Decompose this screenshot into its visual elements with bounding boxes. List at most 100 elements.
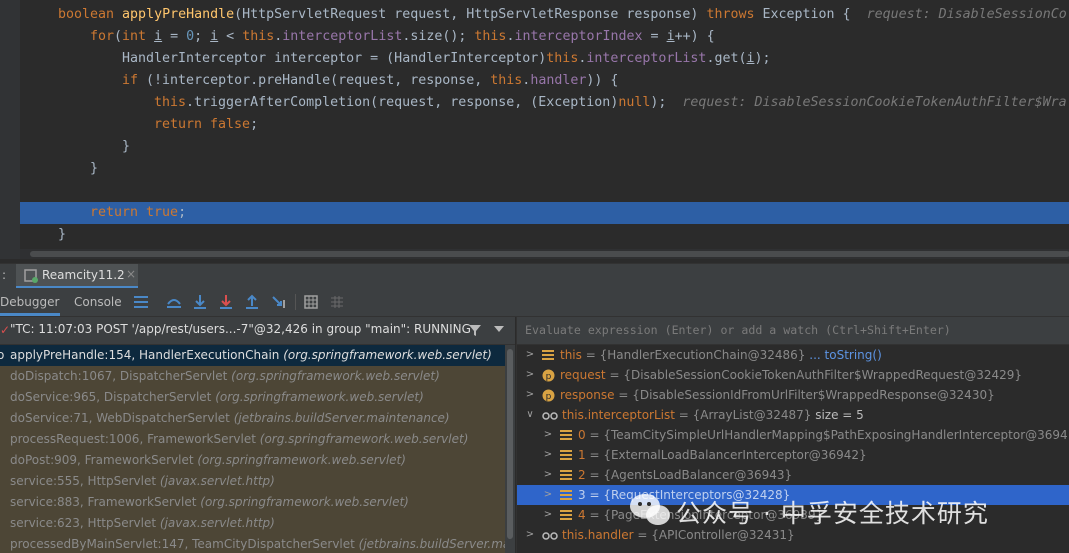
frame-method: applyPreHandle:154, HandlerExecutionChai… <box>10 348 284 362</box>
code-token: applyPreHandle <box>122 7 235 22</box>
filter-icon[interactable] <box>468 323 482 337</box>
code-line-current[interactable]: return true; <box>20 202 1069 224</box>
expand-right-icon[interactable]: > <box>525 525 535 545</box>
variable-name: 3 <box>578 488 586 502</box>
scrollbar-thumb[interactable] <box>507 349 513 539</box>
code-token: i <box>666 29 675 44</box>
code-token: this <box>242 29 275 44</box>
code-token: 0 <box>186 29 195 44</box>
equals-sign: = <box>585 428 604 442</box>
code-token: i <box>154 29 163 44</box>
variable-row[interactable]: ∨ this.interceptorList = {ArrayList@32487… <box>517 405 1069 425</box>
field-icon <box>560 470 572 480</box>
debug-session-icon <box>24 269 38 283</box>
stack-frame[interactable]: doDispatch:1067, DispatcherServlet (org.… <box>0 366 515 387</box>
code-token: .size(); <box>402 29 475 44</box>
code-token: this <box>474 29 507 44</box>
code-token: request: DisableSessionCookieTokenAuthFi… <box>682 95 1067 110</box>
chevron-down-icon[interactable] <box>494 326 504 334</box>
step-out-icon[interactable] <box>243 293 261 311</box>
code-token: = <box>162 29 187 44</box>
thread-label: "TC: 11:07:03 POST '/app/rest/users...-7… <box>10 322 471 336</box>
code-token: ; <box>178 205 187 220</box>
code-token: throws <box>706 7 763 22</box>
variable-row[interactable]: > p request = {DisableSessionCookieTokenAu… <box>517 365 1069 385</box>
evaluate-expression-input[interactable]: Evaluate expression (Enter) or add a wat… <box>517 317 1069 345</box>
parameter-icon: p <box>542 369 555 382</box>
variable-row[interactable]: >0 = {TeamCitySimpleUrlHandlerMapping$Pa… <box>517 425 1069 445</box>
menu-icon[interactable] <box>132 293 150 311</box>
expand-right-icon[interactable]: > <box>525 385 535 405</box>
current-frame-icon: o <box>0 348 5 362</box>
variable-name: this.interceptorList <box>562 408 675 422</box>
code-token: handler <box>530 73 587 88</box>
scrollbar-thumb[interactable] <box>30 251 1069 257</box>
expand-right-icon[interactable]: > <box>543 505 553 525</box>
tab-console[interactable]: Console <box>74 288 124 316</box>
run-to-cursor-icon[interactable] <box>270 293 288 311</box>
close-icon[interactable]: × <box>126 267 136 281</box>
equals-sign: = <box>674 408 693 422</box>
expand-right-icon[interactable]: > <box>543 445 553 465</box>
stack-frame[interactable]: service:883, FrameworkServlet (org.sprin… <box>0 492 515 513</box>
tostring-link[interactable]: ... toString() <box>805 348 881 362</box>
variable-row[interactable]: >2 = {AgentsLoadBalancer@36943} <box>517 465 1069 485</box>
code-token: i <box>210 29 219 44</box>
stack-frame[interactable]: service:555, HttpServlet (javax.servlet.… <box>0 471 515 492</box>
frame-method: service:555, HttpServlet <box>10 474 160 488</box>
show-execution-point-icon[interactable] <box>165 293 183 311</box>
thread-selector[interactable]: ✓ "TC: 11:07:03 POST '/app/rest/users...… <box>0 317 515 345</box>
step-over-icon[interactable] <box>191 293 209 311</box>
expand-right-icon[interactable]: > <box>525 365 535 385</box>
code-token: } <box>58 227 67 242</box>
expand-right-icon[interactable]: > <box>543 465 553 485</box>
tab-debugger[interactable]: Debugger <box>0 288 60 316</box>
expand-right-icon[interactable]: > <box>543 485 553 505</box>
field-icon <box>542 350 554 360</box>
frame-package: (javax.servlet.http) <box>159 474 275 488</box>
code-token: } <box>122 139 131 154</box>
code-token: request: DisableSessionCo <box>866 7 1067 22</box>
code-token: (!interceptor.preHandle(request, respons… <box>146 73 491 88</box>
code-token: for <box>90 29 115 44</box>
editor-horizontal-scrollbar[interactable] <box>20 249 1069 259</box>
code-token: ); <box>650 95 683 110</box>
variable-value: {DisableSessionIdFromUrlFilter$WrappedRe… <box>632 388 995 402</box>
step-into-icon[interactable] <box>217 293 235 311</box>
expand-right-icon[interactable]: > <box>525 345 535 365</box>
code-token: interceptorIndex <box>514 29 643 44</box>
equals-sign: = <box>585 468 604 482</box>
stack-frame[interactable]: doService:71, WebDispatcherServlet (jetb… <box>0 408 515 429</box>
stack-frame-selected[interactable]: o applyPreHandle:154, HandlerExecutionCha… <box>0 345 515 366</box>
equals-sign: = <box>605 368 624 382</box>
variable-row[interactable]: >1 = {ExternalLoadBalancerInterceptor@36… <box>517 445 1069 465</box>
tab-debug-session[interactable]: Reamcity11.2 × <box>16 264 138 288</box>
expand-down-icon[interactable]: ∨ <box>525 405 535 425</box>
evaluate-expression-icon[interactable] <box>302 293 320 311</box>
tab-console-label: Console <box>74 295 122 309</box>
code-token: ++) { <box>674 29 715 44</box>
stack-frame[interactable]: doService:965, DispatcherServlet (org.sp… <box>0 387 515 408</box>
frame-package: (org.springframework.web.servlet) <box>197 453 406 467</box>
variable-value: {DisableSessionCookieTokenAuthFilter$Wra… <box>623 368 1022 382</box>
stack-frame[interactable]: doPost:909, FrameworkServlet (org.spring… <box>0 450 515 471</box>
stack-frame[interactable]: service:623, HttpServlet (javax.servlet.… <box>0 513 515 534</box>
code-editor[interactable]: boolean applyPreHandle(HttpServletReques… <box>0 0 1069 259</box>
frames-scrollbar[interactable] <box>505 345 515 553</box>
expand-right-icon[interactable]: > <box>543 425 553 445</box>
svg-text:p: p <box>546 372 552 382</box>
variable-name: request <box>560 368 606 382</box>
field-icon <box>560 450 572 460</box>
trace-icon[interactable] <box>328 293 346 311</box>
stack-frame[interactable]: processedByMainServlet:147, TeamCityDisp… <box>0 534 515 553</box>
thread-status-icon: ✓ <box>0 323 11 337</box>
variable-row[interactable]: > p response = {DisableSessionIdFromUrlFil… <box>517 385 1069 405</box>
variable-row[interactable]: > this = {HandlerExecutionChain@32486} ..… <box>517 345 1069 365</box>
code-token: return false <box>154 117 251 132</box>
editor-gutter[interactable] <box>0 0 20 259</box>
equals-sign: = <box>581 348 600 362</box>
frame-package: (jetbrains.buildServer.maintenance) <box>233 411 450 425</box>
code-token: )) { <box>586 73 619 88</box>
stack-frame[interactable]: processRequest:1006, FrameworkServlet (o… <box>0 429 515 450</box>
toolbar-divider <box>295 294 296 310</box>
